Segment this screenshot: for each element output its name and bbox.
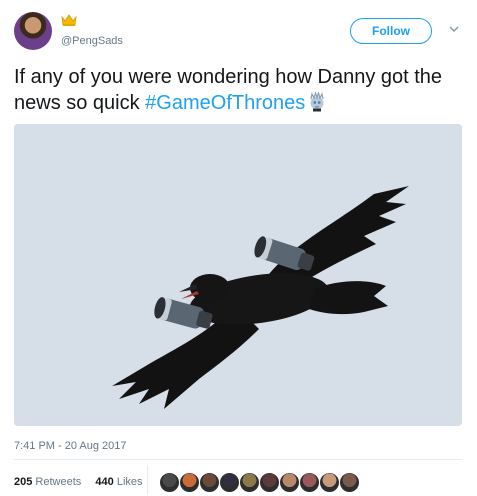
liker-avatar[interactable] [199, 472, 220, 493]
retweets-count[interactable]: 205 [14, 476, 32, 488]
liker-avatar[interactable] [319, 472, 340, 493]
crown-icon [61, 14, 77, 26]
likes-label[interactable]: Likes [117, 476, 143, 488]
follow-button[interactable]: Follow [350, 18, 432, 44]
liker-avatar[interactable] [159, 472, 180, 493]
tweet-timestamp[interactable]: 7:41 PM - 20 Aug 2017 [14, 440, 127, 452]
night-king-emoji [310, 92, 324, 112]
liker-avatar[interactable] [219, 472, 240, 493]
retweets-label[interactable]: Retweets [35, 476, 81, 488]
liker-avatar[interactable] [179, 472, 200, 493]
liker-avatar[interactable] [299, 472, 320, 493]
engagement-stats: 205 Retweets 440 Likes [14, 476, 143, 488]
liker-avatar[interactable] [259, 472, 280, 493]
raven-photo-image [14, 124, 462, 426]
hashtag-link[interactable]: #GameOfThrones [145, 92, 305, 114]
user-handle[interactable]: @PengSads [61, 35, 123, 47]
liker-avatar[interactable] [239, 472, 260, 493]
tweet-photo[interactable] [14, 124, 462, 426]
chevron-down-icon[interactable] [448, 23, 460, 35]
divider [14, 459, 462, 460]
avatar[interactable] [14, 12, 52, 50]
likes-count[interactable]: 440 [95, 476, 113, 488]
liker-avatar[interactable] [279, 472, 300, 493]
liker-avatar[interactable] [339, 472, 360, 493]
tweet-text: If any of you were wondering how Danny g… [14, 64, 469, 116]
stats-divider [147, 465, 148, 495]
